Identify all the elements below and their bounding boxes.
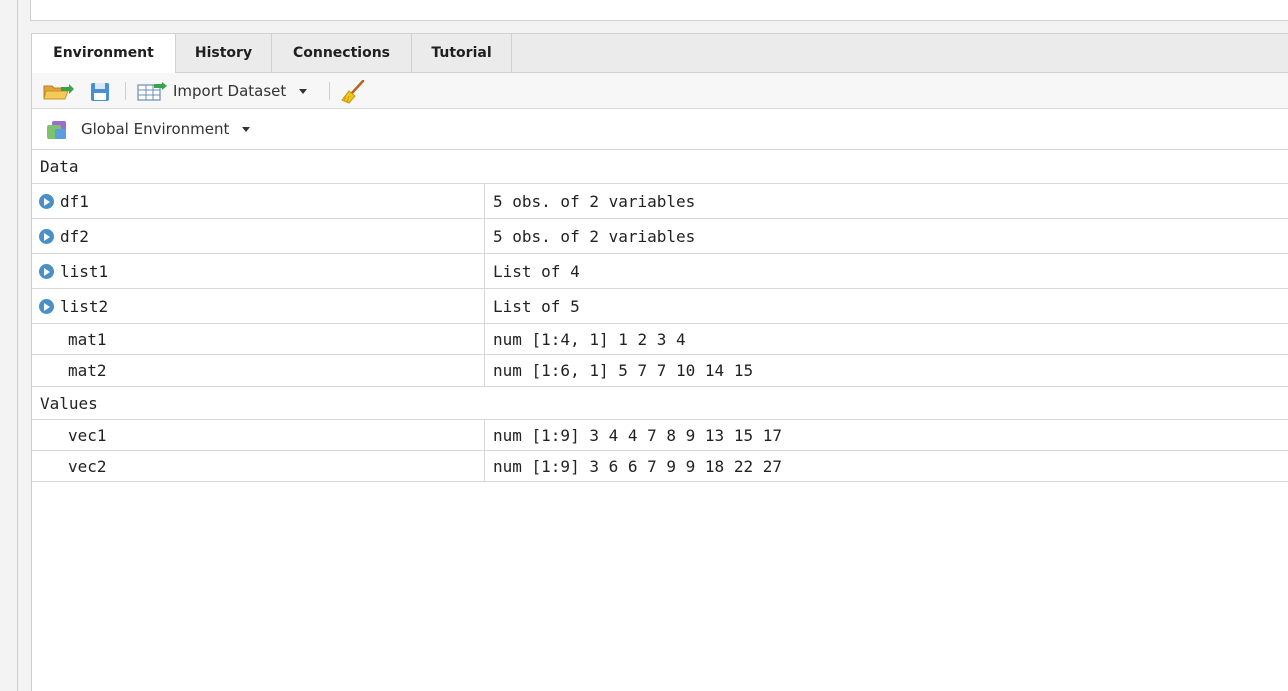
chevron-down-icon bbox=[299, 89, 308, 94]
section-title: Data bbox=[40, 157, 79, 176]
global-environment-label: Global Environment bbox=[81, 120, 230, 138]
environment-table: Data df1 5 obs. of 2 variables df2 5 obs… bbox=[32, 150, 1288, 482]
tab-bar: Environment History Connections Tutorial bbox=[32, 33, 1288, 74]
environment-stack-icon bbox=[46, 120, 68, 144]
chevron-down-icon bbox=[242, 127, 251, 132]
left-pane-border bbox=[17, 0, 18, 691]
object-name: df1 bbox=[60, 192, 89, 211]
global-environment-dropdown[interactable]: Global Environment bbox=[81, 109, 251, 150]
expand-arrow-icon[interactable] bbox=[39, 229, 54, 244]
object-name: df2 bbox=[60, 227, 89, 246]
section-header-values: Values bbox=[32, 387, 1288, 420]
object-value: List of 4 bbox=[484, 254, 580, 288]
floppy-save-icon[interactable] bbox=[90, 82, 110, 106]
object-name: vec1 bbox=[68, 426, 107, 445]
table-row[interactable]: list2 List of 5 bbox=[32, 289, 1288, 324]
object-value: num [1:9] 3 6 6 7 9 9 18 22 27 bbox=[484, 451, 782, 481]
section-header-data: Data bbox=[32, 150, 1288, 184]
table-import-icon[interactable] bbox=[137, 82, 169, 106]
table-row[interactable]: mat1 num [1:4, 1] 1 2 3 4 bbox=[32, 324, 1288, 355]
environment-toolbar: Import Dataset bbox=[32, 73, 1288, 109]
table-row[interactable]: df2 5 obs. of 2 variables bbox=[32, 219, 1288, 254]
object-name: mat1 bbox=[68, 330, 107, 349]
object-name: mat2 bbox=[68, 361, 107, 380]
expand-arrow-icon[interactable] bbox=[39, 194, 54, 209]
section-title: Values bbox=[40, 394, 98, 413]
source-pane-bottom bbox=[30, 0, 1288, 21]
object-value: List of 5 bbox=[484, 289, 580, 323]
folder-open-icon[interactable] bbox=[43, 81, 75, 105]
object-value: 5 obs. of 2 variables bbox=[484, 219, 695, 253]
tab-tutorial[interactable]: Tutorial bbox=[412, 34, 512, 73]
table-row[interactable]: vec1 num [1:9] 3 4 4 7 8 9 13 15 17 bbox=[32, 420, 1288, 451]
object-value: num [1:9] 3 4 4 7 8 9 13 15 17 bbox=[484, 420, 782, 450]
object-value: num [1:4, 1] 1 2 3 4 bbox=[484, 324, 686, 354]
tab-history[interactable]: History bbox=[176, 34, 272, 73]
environment-selector-bar: Global Environment bbox=[32, 109, 1288, 150]
object-value: num [1:6, 1] 5 7 7 10 14 15 bbox=[484, 355, 753, 386]
tab-connections[interactable]: Connections bbox=[272, 34, 412, 73]
table-row[interactable]: vec2 num [1:9] 3 6 6 7 9 9 18 22 27 bbox=[32, 451, 1288, 482]
environment-pane: Environment History Connections Tutorial bbox=[31, 33, 1288, 691]
table-row[interactable]: list1 List of 4 bbox=[32, 254, 1288, 289]
table-row[interactable]: mat2 num [1:6, 1] 5 7 7 10 14 15 bbox=[32, 355, 1288, 387]
toolbar-separator bbox=[329, 82, 330, 100]
import-dataset-label: Import Dataset bbox=[173, 82, 287, 100]
object-name: vec2 bbox=[68, 457, 107, 476]
expand-arrow-icon[interactable] bbox=[39, 299, 54, 314]
object-name: list2 bbox=[60, 297, 109, 316]
object-value: 5 obs. of 2 variables bbox=[484, 184, 695, 218]
broom-icon[interactable] bbox=[340, 79, 366, 108]
import-dataset-button[interactable]: Import Dataset bbox=[173, 73, 308, 109]
expand-arrow-icon[interactable] bbox=[39, 264, 54, 279]
table-row[interactable]: df1 5 obs. of 2 variables bbox=[32, 184, 1288, 219]
toolbar-separator bbox=[125, 82, 126, 100]
object-name: list1 bbox=[60, 262, 109, 281]
tab-environment[interactable]: Environment bbox=[32, 34, 176, 74]
